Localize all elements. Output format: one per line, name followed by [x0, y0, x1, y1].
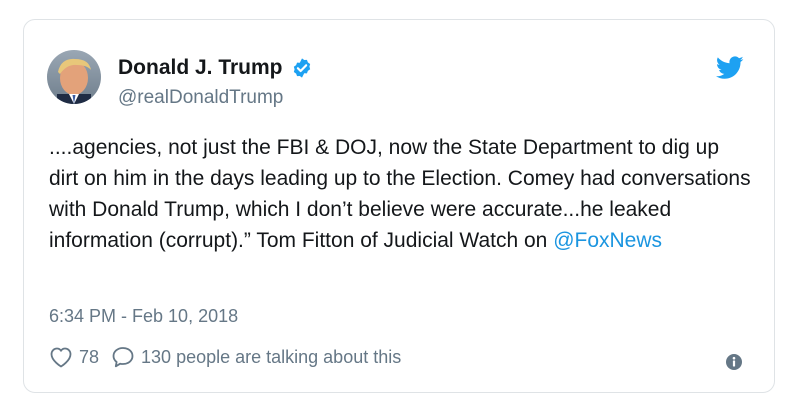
avatar[interactable] [47, 50, 101, 104]
mention-link[interactable]: @FoxNews [553, 229, 662, 252]
heart-icon [50, 347, 72, 368]
like-button[interactable]: 78 [49, 346, 99, 368]
tweet-card: Donald J. Trump @realDonaldTrump ....age… [23, 19, 775, 393]
author-handle[interactable]: @realDonaldTrump [118, 87, 283, 109]
like-count: 78 [79, 346, 100, 367]
author-name[interactable]: Donald J. Trump [118, 56, 283, 80]
action-bar: 78 130 people are talking about this [49, 346, 401, 368]
verified-badge-icon [293, 58, 310, 78]
author-row: Donald J. Trump [118, 56, 313, 80]
talking-count: 130 people are talking about this [141, 346, 402, 367]
speech-bubble-icon [112, 347, 134, 368]
avatar-image [47, 50, 101, 104]
twitter-bird-icon[interactable] [716, 56, 744, 80]
conversation-link[interactable]: 130 people are talking about this [111, 346, 401, 368]
tweet-text: ....agencies, not just the FBI & DOJ, no… [49, 132, 754, 256]
tweet-timestamp[interactable]: 6:34 PM - Feb 10, 2018 [49, 306, 238, 327]
info-icon[interactable] [725, 353, 743, 371]
